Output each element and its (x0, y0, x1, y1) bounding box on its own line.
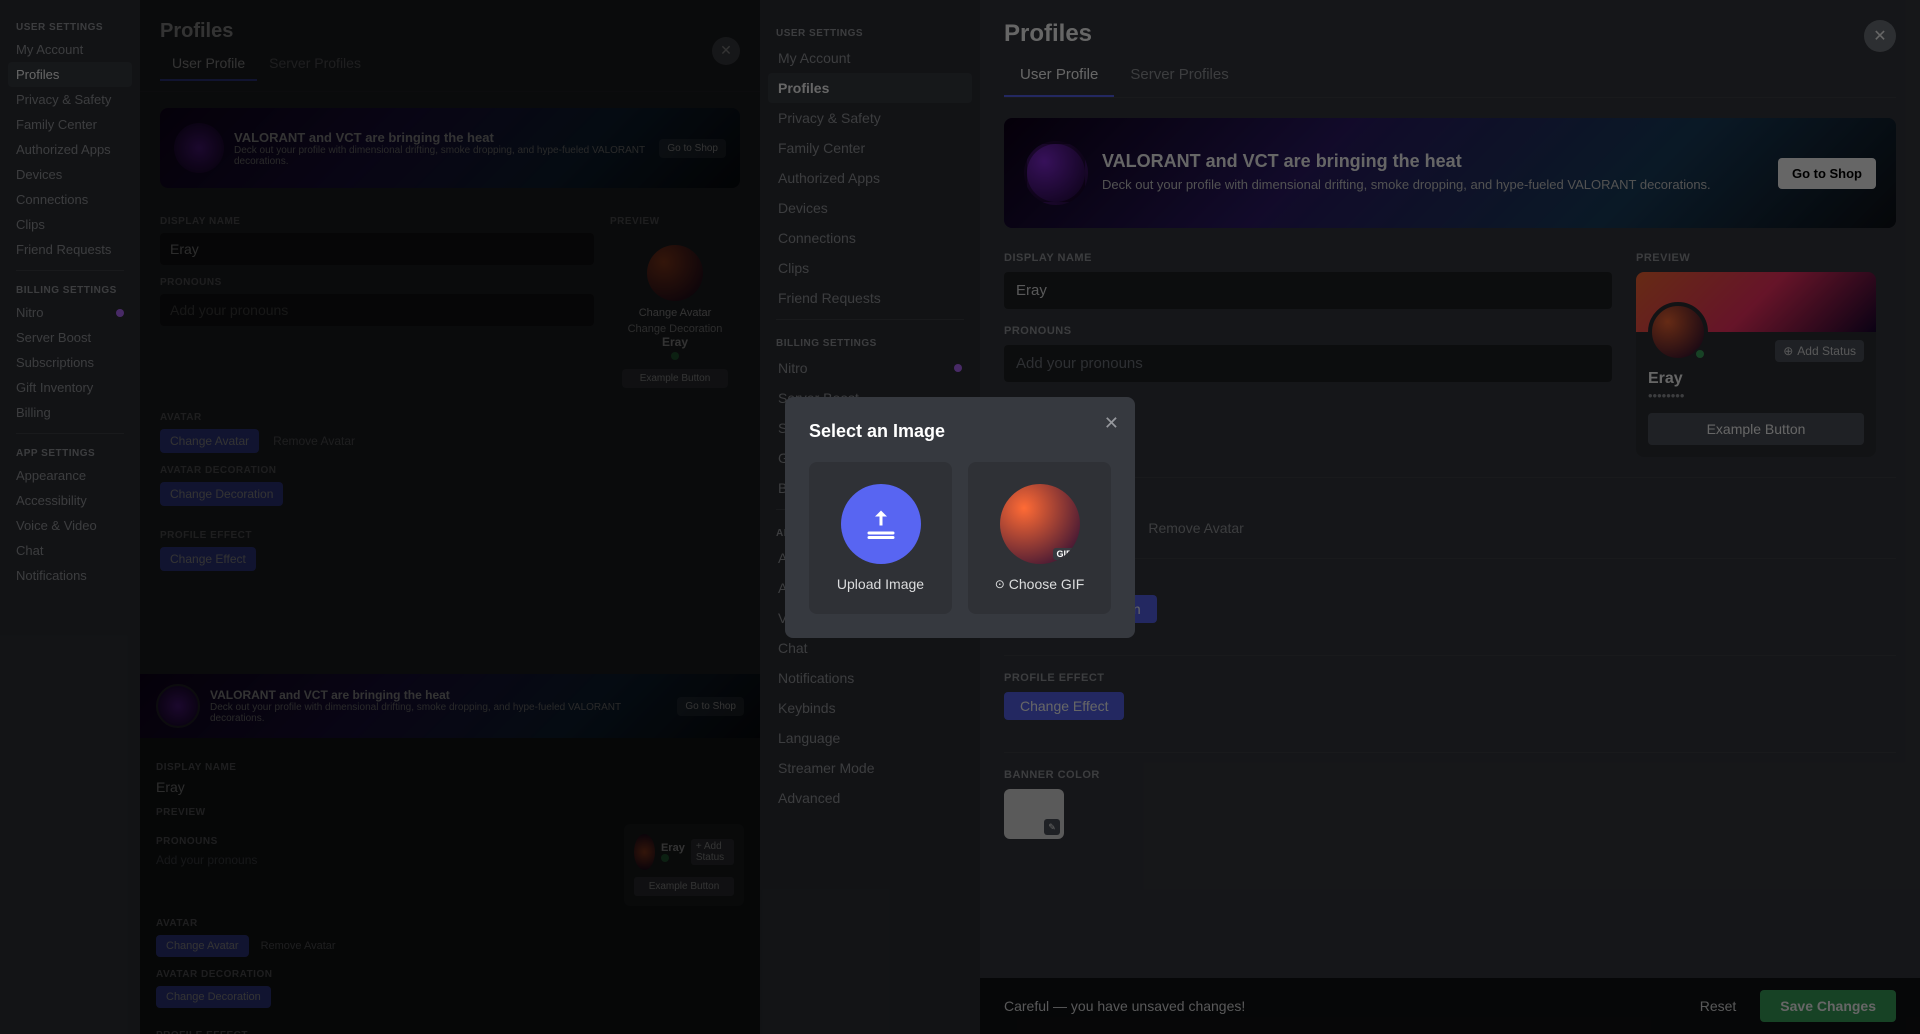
modal-title: Select an Image (809, 421, 1111, 442)
upload-image-label: Upload Image (837, 576, 924, 592)
gif-preview-icon: GIF (1000, 484, 1080, 564)
select-image-modal: Select an Image ✕ Upload Image GIF ⊙ (785, 397, 1135, 638)
upload-image-icon (841, 484, 921, 564)
modal-options: Upload Image GIF ⊙ Choose GIF (809, 462, 1111, 614)
modal-gif-option[interactable]: GIF ⊙ Choose GIF (968, 462, 1111, 614)
modal-overlay[interactable]: Select an Image ✕ Upload Image GIF ⊙ (0, 0, 1920, 1034)
gif-icon: ⊙ (995, 577, 1005, 591)
choose-gif-label: ⊙ Choose GIF (995, 576, 1085, 592)
modal-close-button[interactable]: ✕ (1104, 413, 1119, 434)
gif-badge: GIF (1053, 548, 1076, 560)
modal-upload-option[interactable]: Upload Image (809, 462, 952, 614)
